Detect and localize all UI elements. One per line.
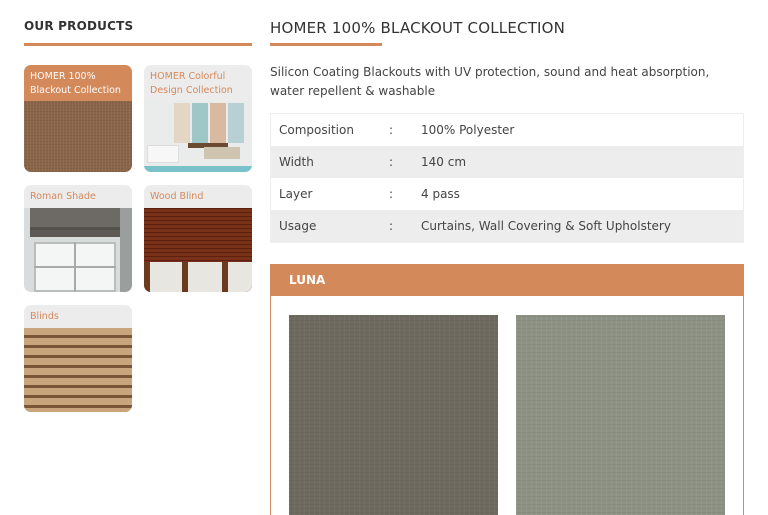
curtain-panel (174, 103, 190, 143)
catalog-card (147, 145, 179, 163)
sidebar-title: OUR PRODUCTS (24, 19, 134, 33)
product-card-label: Blinds (30, 311, 59, 322)
product-description: Silicon Coating Blackouts with UV protec… (270, 65, 710, 98)
spec-key: Width (279, 155, 314, 169)
blinds-thumbnail (24, 328, 132, 412)
window-lower (144, 262, 252, 292)
wall-edge (120, 208, 132, 292)
wood-blind-thumbnail (144, 208, 252, 292)
page-title: HOMER 100% BLACKOUT COLLECTION (270, 19, 566, 37)
spec-value: 4 pass (421, 187, 460, 201)
window-post (222, 262, 228, 292)
spec-key: Usage (279, 219, 317, 233)
product-card-label: Roman Shade (30, 191, 96, 202)
fabric-thumbnail (24, 101, 132, 172)
spec-key: Composition (279, 123, 354, 137)
spec-value: Curtains, Wall Covering & Soft Upholster… (421, 219, 671, 233)
window-post (144, 262, 150, 292)
spec-separator: : (389, 219, 394, 233)
variant-title: LUNA (271, 265, 743, 296)
variant-panel: LUNA (270, 264, 744, 515)
product-card-label: HOMER Colorful Design Collection (150, 71, 233, 96)
spec-row-usage: Usage : Curtains, Wall Covering & Soft U… (271, 210, 743, 242)
sofa-shape (204, 147, 240, 159)
product-card-blinds[interactable]: Blinds (24, 305, 132, 412)
room-thumbnail (144, 101, 252, 172)
spec-separator: : (389, 155, 394, 169)
window-transom (34, 266, 116, 268)
curtain-panel (228, 103, 244, 143)
curtain-panel (192, 103, 208, 143)
spec-value: 140 cm (421, 155, 467, 169)
window-post (182, 262, 188, 292)
product-card-label: HOMER 100% Blackout Collection (24, 65, 132, 101)
spec-table: Composition : 100% Polyester Width : 140… (270, 113, 744, 243)
spec-key: Layer (279, 187, 313, 201)
spec-row-width: Width : 140 cm (271, 146, 743, 178)
spec-row-composition: Composition : 100% Polyester (271, 114, 743, 146)
product-card-blackout[interactable]: HOMER 100% Blackout Collection (24, 65, 132, 172)
product-card-wood-blind[interactable]: Wood Blind (144, 185, 252, 292)
spec-row-layer: Layer : 4 pass (271, 178, 743, 210)
product-card-roman-shade[interactable]: Roman Shade (24, 185, 132, 292)
floor-strip (144, 166, 252, 172)
product-card-colorful[interactable]: HOMER Colorful Design Collection (144, 65, 252, 172)
spec-value: 100% Polyester (421, 123, 515, 137)
spec-separator: : (389, 187, 394, 201)
fabric-swatch[interactable] (289, 315, 498, 515)
roman-shade-thumbnail (24, 208, 132, 292)
shade-fold (30, 230, 120, 237)
shade-fabric (30, 208, 120, 230)
sidebar-title-underline (24, 43, 252, 46)
title-underline (270, 43, 382, 46)
curtain-panel (210, 103, 226, 143)
fabric-swatch[interactable] (516, 315, 725, 515)
product-card-label: Wood Blind (150, 191, 204, 202)
spec-separator: : (389, 123, 394, 137)
